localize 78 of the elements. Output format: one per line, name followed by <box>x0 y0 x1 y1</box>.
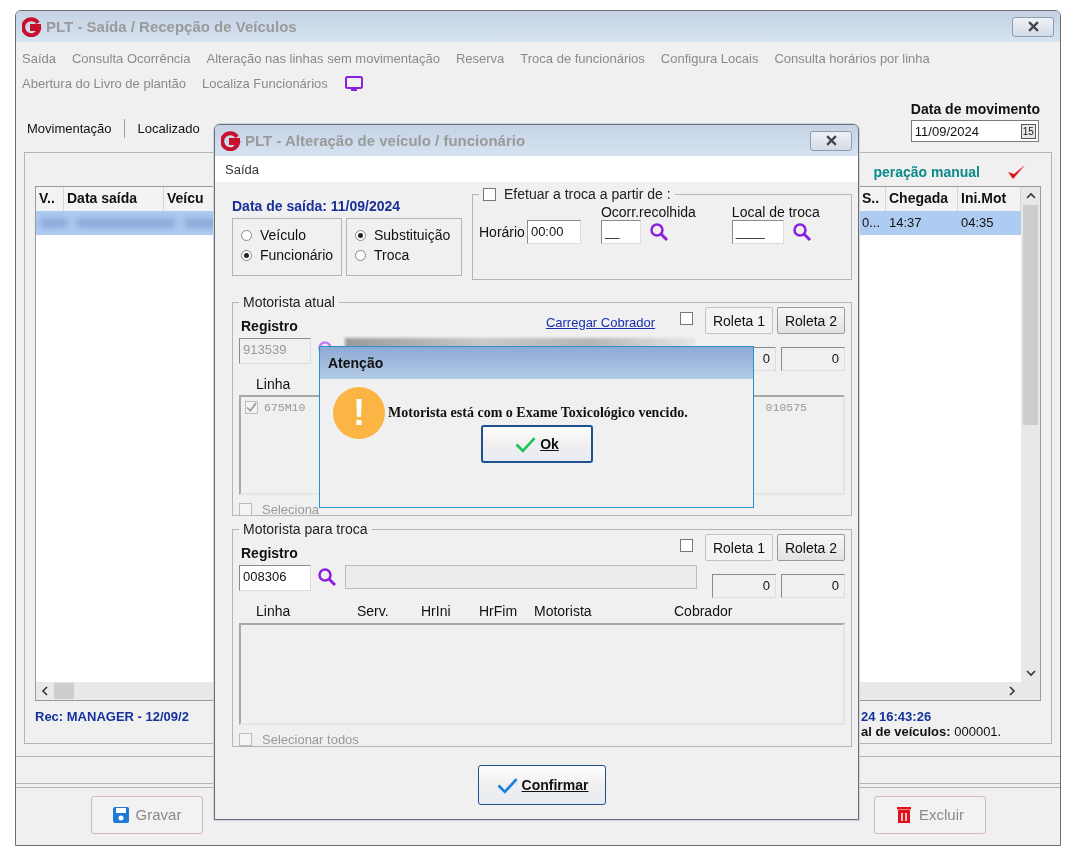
close-icon <box>1027 21 1039 32</box>
departure-date: Data de saída: 11/09/2024 <box>232 198 402 214</box>
group-title: Motorista atual <box>243 294 335 310</box>
logo-icon <box>221 130 241 151</box>
checkbox[interactable] <box>483 187 496 201</box>
trash-icon <box>895 805 913 824</box>
time-field[interactable]: 00:00 <box>526 220 581 244</box>
checkmark-icon <box>495 776 518 794</box>
close-icon <box>825 135 837 146</box>
field-label: Local de troca <box>731 204 820 220</box>
menu-item[interactable]: Saída <box>225 161 259 177</box>
column-header[interactable]: Chegada <box>886 186 958 211</box>
date-field[interactable]: 11/09/2024 15 <box>910 120 1039 142</box>
list-cell: 675M10 <box>264 401 306 414</box>
occurrence-field[interactable]: __ <box>600 220 641 244</box>
table-cell-text: 04:35 <box>960 213 995 232</box>
radio-option[interactable]: Troca <box>355 247 461 263</box>
search-icon[interactable] <box>648 222 669 242</box>
calendar-button[interactable]: 15 <box>1020 123 1036 139</box>
list-cell: 010575 <box>765 401 807 414</box>
status-text: 24 16:43:26 <box>861 709 933 724</box>
column-header: HrFim <box>479 603 519 619</box>
column-header: Linha <box>256 376 292 392</box>
manual-operation-label: peração manual <box>873 163 980 180</box>
search-icon[interactable] <box>791 222 812 242</box>
radio-option[interactable]: Funcionário <box>241 247 341 263</box>
alert-message: Motorista está com o Exame Toxicológico vencido. <box>388 405 688 421</box>
warning-icon: ! <box>333 387 385 439</box>
status-text: al de veículos: 000001. <box>861 724 1003 739</box>
turnstile-button[interactable]: Roleta 2 <box>777 534 845 561</box>
search-icon[interactable] <box>317 567 337 587</box>
confirm-button[interactable]: Confirmar <box>478 765 606 805</box>
field-label: Data de movimento <box>910 101 1040 117</box>
field-label: Ocorr.recolhida <box>600 204 696 220</box>
scroll-thumb[interactable] <box>1023 204 1038 425</box>
status-text: Rec: MANAGER - 12/09/2 <box>35 709 189 726</box>
window-title: Atenção <box>328 355 384 371</box>
column-header: Linha <box>256 603 292 619</box>
group-title: Efetuar a troca a partir de : <box>504 186 671 202</box>
close-button[interactable] <box>1012 16 1054 37</box>
monitor-icon[interactable] <box>343 74 364 93</box>
scroll-down-icon[interactable] <box>1025 668 1036 678</box>
counter-field: 0 <box>781 574 845 598</box>
counter-field: 0 <box>712 574 776 598</box>
radio-option[interactable]: Substituição <box>355 227 461 243</box>
close-button[interactable] <box>810 130 852 151</box>
logo-icon <box>22 16 42 37</box>
column-header: Cobrador <box>674 603 734 619</box>
field-label: Registro <box>241 318 298 334</box>
scroll-right-icon[interactable] <box>1007 686 1017 696</box>
redacted-text <box>40 217 68 228</box>
field-label: Registro <box>241 545 298 561</box>
table-cell-text: 14:37 <box>888 213 923 232</box>
column-header: Serv. <box>357 603 390 619</box>
column-header: HrIni <box>421 603 452 619</box>
window-title: PLT - Alteração de veículo / funcionário <box>245 132 526 149</box>
checkmark-icon <box>1006 162 1026 181</box>
radio-option[interactable]: Veículo <box>241 227 341 243</box>
scroll-up-icon[interactable] <box>1025 190 1036 201</box>
vertical-scrollbar[interactable] <box>1021 186 1040 700</box>
window-title: PLT - Saída / Recepção de Veículos <box>46 18 297 35</box>
column-header[interactable]: V.. <box>36 186 64 211</box>
checkmark-icon <box>514 435 537 453</box>
scroll-thumb[interactable] <box>54 683 74 699</box>
column-header[interactable]: Data saída <box>64 186 164 211</box>
checkbox[interactable] <box>680 539 693 552</box>
scroll-left-icon[interactable] <box>40 686 50 696</box>
turnstile-button[interactable]: Roleta 1 <box>705 534 773 561</box>
tab[interactable]: Localizado <box>123 119 212 138</box>
location-field[interactable]: ____ <box>731 220 784 244</box>
group-title: Motorista para troca <box>243 521 368 537</box>
counter-field: 0 <box>781 347 845 371</box>
tab[interactable]: Movimentação <box>26 119 124 138</box>
ok-button[interactable]: Ok <box>480 425 593 463</box>
column-header: Motorista <box>534 603 593 619</box>
field-label: Horário <box>479 224 525 240</box>
registration-field[interactable]: 008306 <box>239 565 311 591</box>
table-cell-text: 0... <box>861 213 882 232</box>
